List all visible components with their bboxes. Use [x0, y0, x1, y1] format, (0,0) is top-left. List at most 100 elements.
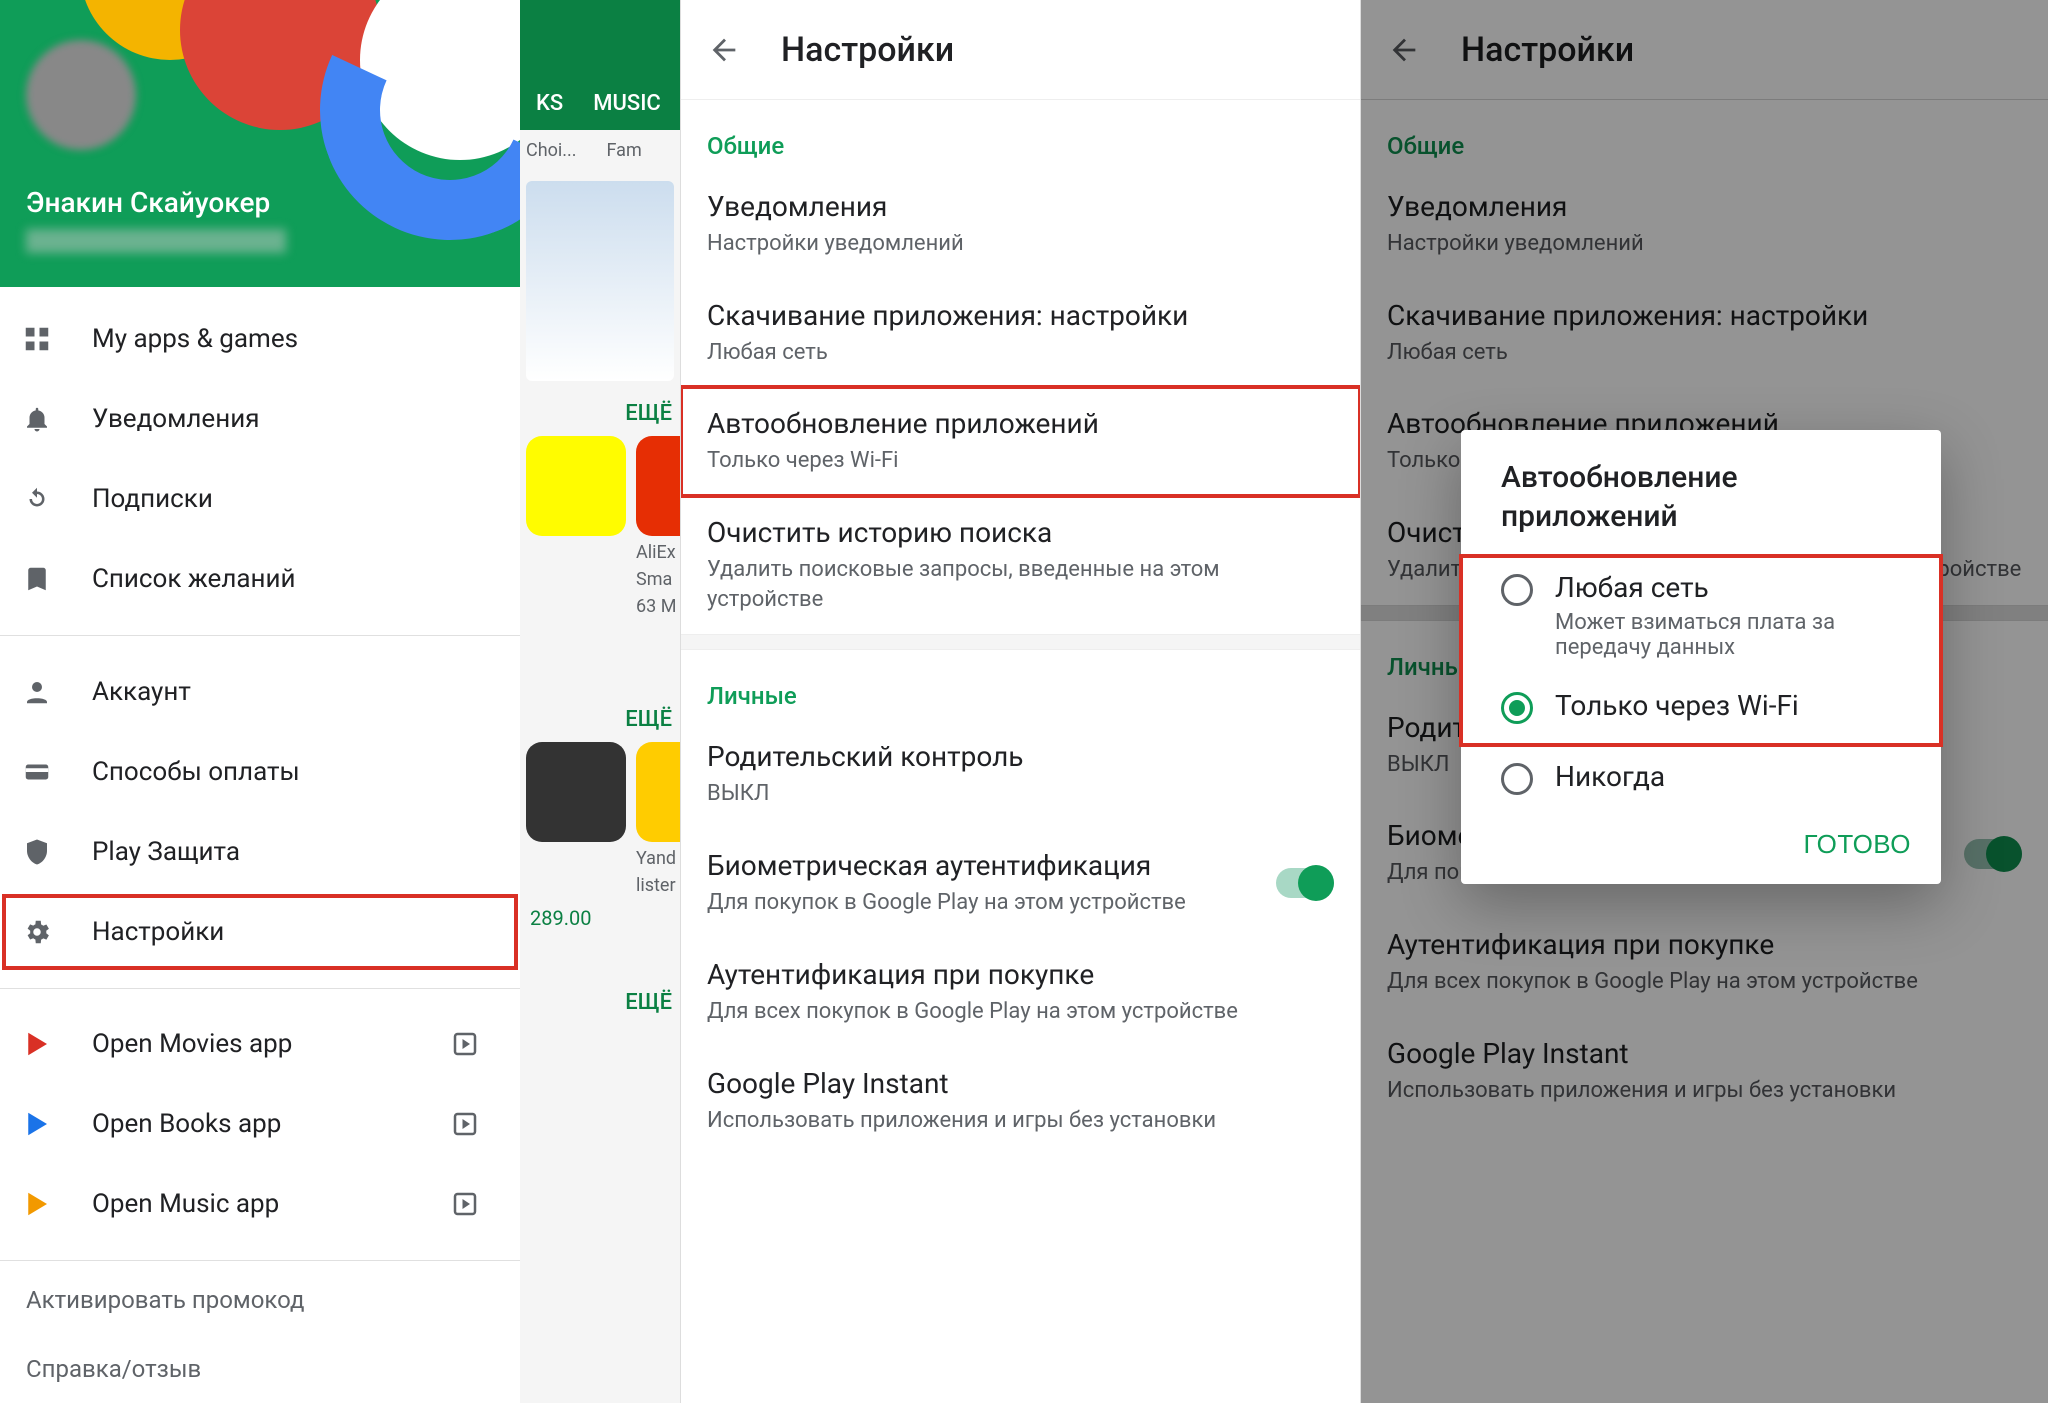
radio-label: Никогда: [1555, 759, 1665, 795]
row-play-instant[interactable]: Google Play Instant Использовать приложе…: [681, 1047, 1360, 1156]
tab-label[interactable]: KS: [536, 91, 563, 116]
app-tile[interactable]: AliEx Sma 63 M: [636, 436, 680, 617]
play-tabs: KS MUSIC: [520, 0, 680, 130]
nav-label: Активировать промокод: [26, 1286, 304, 1314]
app-icon: [526, 436, 626, 536]
row-sub: Использовать приложения и игры без устан…: [707, 1106, 1334, 1136]
bookmark-icon: [22, 564, 58, 594]
nav-open-movies[interactable]: Open Movies app: [0, 1004, 520, 1084]
nav-account[interactable]: Аккаунт: [0, 652, 520, 732]
nav-settings[interactable]: Настройки: [0, 892, 520, 972]
row-title: Скачивание приложения: настройки: [707, 299, 1334, 332]
app-icon: [636, 742, 680, 842]
nav-label: Play Защита: [92, 837, 240, 867]
nav-protect[interactable]: Play Защита: [0, 812, 520, 892]
nav-wishlist[interactable]: Список желаний: [0, 539, 520, 619]
bell-icon: [22, 404, 58, 434]
nav-label: Open Music app: [92, 1189, 279, 1219]
row-title: Google Play Instant: [707, 1067, 1334, 1100]
nav-label: Аккаунт: [92, 677, 191, 707]
app-icon: [636, 436, 680, 536]
play-music-icon: [22, 1189, 58, 1219]
row-parental[interactable]: Родительский контроль ВЫКЛ: [681, 720, 1360, 829]
tab-label[interactable]: MUSIC: [593, 91, 661, 116]
panel-settings-dialog: Настройки Общие Уведомления Настройки ув…: [1360, 0, 2048, 1403]
section-label-general: Общие: [681, 100, 1360, 170]
radio-sub: Может взиматься плата за передачу данных: [1555, 610, 1901, 660]
row-sub: Только через Wi-Fi: [707, 446, 1334, 476]
section-label-personal: Личные: [681, 650, 1360, 720]
row-sub: Любая сеть: [707, 338, 1334, 368]
nav-promo[interactable]: Активировать промокод: [0, 1265, 520, 1334]
panel-settings: Настройки Общие Уведомления Настройки ув…: [680, 0, 1360, 1403]
section-divider: [681, 634, 1360, 650]
navigation-drawer: Энакин Скайуокер My apps & games Уведомл…: [0, 0, 520, 1403]
row-title: Очистить историю поиска: [707, 516, 1334, 549]
radio-option-wifi-only[interactable]: Только через Wi-Fi: [1461, 674, 1941, 738]
radio-icon: [1501, 763, 1533, 795]
play-movies-icon: [22, 1029, 58, 1059]
user-name: Энакин Скайуокер: [26, 186, 286, 219]
person-icon: [22, 677, 58, 707]
refresh-icon: [22, 484, 58, 514]
row-auth-purchase[interactable]: Аутентификация при покупке Для всех поку…: [681, 938, 1360, 1047]
back-icon[interactable]: [707, 33, 741, 67]
nav-label: Подписки: [92, 484, 213, 514]
divider: [0, 1260, 520, 1261]
more-link[interactable]: ЕЩЁ: [520, 990, 680, 1015]
dialog-title: Автообновление приложений: [1461, 458, 1941, 556]
category-chip[interactable]: Choi...: [526, 140, 577, 161]
nav-label: Настройки: [92, 917, 224, 947]
drawer-header: Энакин Скайуокер: [0, 0, 520, 287]
row-sub: Настройки уведомлений: [707, 229, 1334, 259]
row-title: Биометрическая аутентификация: [707, 849, 1186, 882]
row-title: Аутентификация при покупке: [707, 958, 1334, 991]
app-tile[interactable]: [526, 742, 626, 896]
open-external-icon: [450, 1029, 480, 1059]
grid-icon: [22, 324, 58, 354]
topbar: Настройки: [681, 0, 1360, 100]
shield-icon: [22, 837, 58, 867]
row-title: Уведомления: [707, 190, 1334, 223]
avatar[interactable]: [26, 40, 136, 150]
row-notifications[interactable]: Уведомления Настройки уведомлений: [681, 170, 1360, 279]
open-external-icon: [450, 1189, 480, 1219]
row-sub: Удалить поисковые запросы, введенные на …: [707, 555, 1334, 614]
user-email-blurred: [26, 229, 286, 253]
app-line: Sma: [636, 569, 680, 590]
more-link[interactable]: ЕЩЁ: [520, 707, 680, 732]
more-link[interactable]: ЕЩЁ: [520, 401, 680, 426]
radio-option-any-network[interactable]: Любая сеть Может взиматься плата за пере…: [1461, 556, 1941, 674]
nav-subscriptions[interactable]: Подписки: [0, 459, 520, 539]
nav-notifications[interactable]: Уведомления: [0, 379, 520, 459]
nav-label: Способы оплаты: [92, 757, 300, 787]
radio-label: Любая сеть: [1555, 570, 1901, 606]
nav-open-books[interactable]: Open Books app: [0, 1084, 520, 1164]
row-clear-search[interactable]: Очистить историю поиска Удалить поисковы…: [681, 496, 1360, 634]
app-tile[interactable]: Yand lister: [636, 742, 680, 896]
app-line: lister: [636, 875, 680, 896]
row-download-pref[interactable]: Скачивание приложения: настройки Любая с…: [681, 279, 1360, 388]
nav-label: My apps & games: [92, 324, 298, 354]
row-sub: Для покупок в Google Play на этом устрой…: [707, 888, 1186, 918]
nav-my-apps[interactable]: My apps & games: [0, 299, 520, 379]
radio-label: Только через Wi-Fi: [1555, 688, 1799, 724]
row-sub: ВЫКЛ: [707, 779, 1334, 809]
toggle-switch[interactable]: [1276, 868, 1334, 898]
nav-open-music[interactable]: Open Music app: [0, 1164, 520, 1244]
nav-label: Open Movies app: [92, 1029, 292, 1059]
auto-update-dialog: Автообновление приложений Любая сеть Мож…: [1461, 430, 1941, 884]
promo-card[interactable]: [526, 181, 674, 381]
row-auto-update[interactable]: Автообновление приложений Только через W…: [681, 387, 1360, 496]
gear-icon: [22, 917, 58, 947]
nav-label: Open Books app: [92, 1109, 281, 1139]
row-title: Автообновление приложений: [707, 407, 1334, 440]
nav-section-account: Аккаунт Способы оплаты Play Защита Настр…: [0, 640, 520, 984]
done-button[interactable]: ГОТОВО: [1804, 829, 1911, 860]
nav-help[interactable]: Справка/отзыв: [0, 1334, 520, 1403]
row-biometric[interactable]: Биометрическая аутентификация Для покупо…: [681, 829, 1360, 938]
nav-payment[interactable]: Способы оплаты: [0, 732, 520, 812]
radio-option-never[interactable]: Никогда: [1461, 745, 1941, 809]
app-tile[interactable]: [526, 436, 626, 617]
category-chip[interactable]: Fam: [607, 140, 642, 161]
